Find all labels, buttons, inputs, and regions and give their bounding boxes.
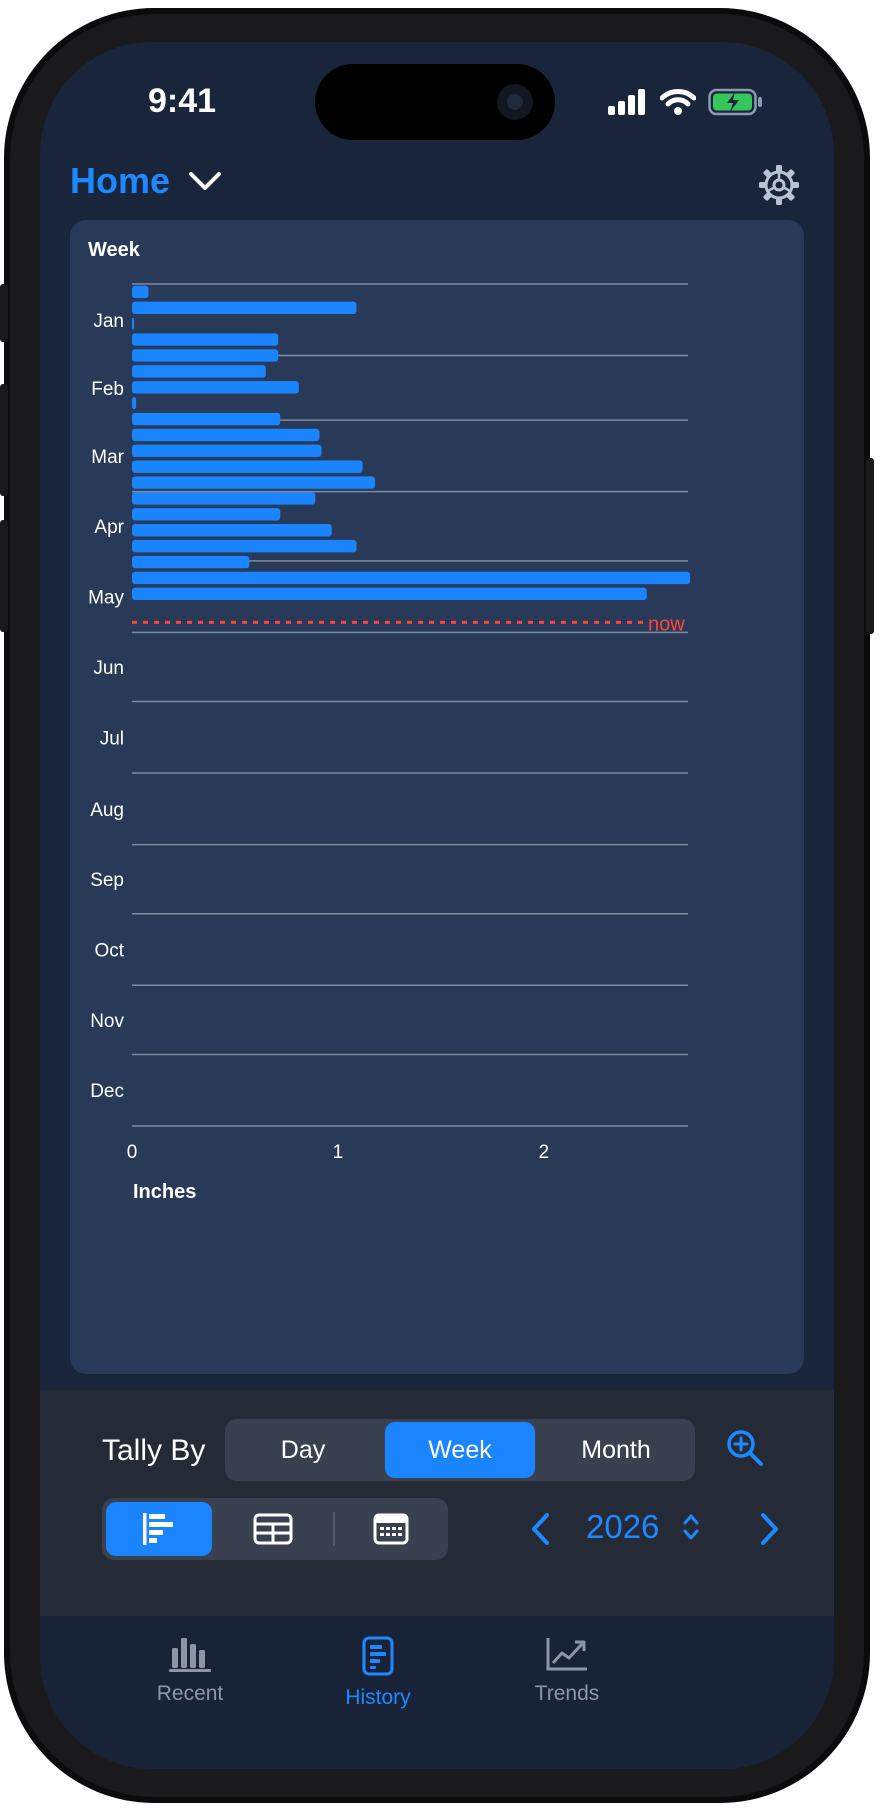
week-bar (132, 460, 363, 473)
status-icons (608, 88, 764, 116)
bar-chart-list-icon (143, 1513, 173, 1545)
history-list-icon (362, 1636, 394, 1676)
month-label: May (88, 588, 124, 609)
month-label: Nov (90, 1011, 124, 1032)
week-bar (132, 285, 149, 299)
side-button-power (866, 458, 874, 634)
month-label: Jul (100, 728, 124, 749)
location-title: Home (70, 160, 171, 201)
side-button-volume-down (0, 520, 8, 632)
week-bar (132, 317, 135, 330)
week-bar (132, 412, 281, 426)
tab-recent[interactable]: Recent (110, 1636, 270, 1706)
side-button-volume-up (0, 384, 8, 496)
week-bar (132, 555, 250, 569)
trend-chart-icon (546, 1638, 587, 1671)
x-tick-label: 2 (539, 1142, 550, 1163)
month-label: Apr (94, 517, 124, 538)
week-bar (132, 476, 375, 489)
x-tick-label: 1 (333, 1142, 344, 1163)
week-bar (132, 571, 691, 585)
chevron-left-icon[interactable] (530, 1512, 552, 1546)
month-label: Mar (91, 447, 124, 468)
chevron-right-icon[interactable] (758, 1512, 780, 1546)
week-bar (132, 301, 357, 315)
week-bar (132, 333, 279, 346)
week-bar (132, 492, 316, 505)
view-chart-button[interactable] (106, 1502, 212, 1556)
x-axis-label: Inches (133, 1181, 196, 1203)
tally-option-week[interactable]: Week (385, 1422, 535, 1478)
chart-title: Week (88, 239, 141, 261)
view-mode-control (102, 1498, 448, 1560)
week-bar (132, 508, 281, 521)
month-label: Jan (93, 311, 124, 332)
table-icon (253, 1513, 293, 1545)
gear-icon[interactable] (758, 164, 800, 206)
week-bar (132, 396, 137, 410)
tab-trends[interactable]: Trends (487, 1636, 647, 1706)
bar-chart-icon (169, 1638, 211, 1672)
tab-history[interactable]: History (298, 1636, 458, 1710)
zoom-in-icon[interactable] (725, 1428, 765, 1468)
week-bar (132, 349, 279, 362)
tally-option-month[interactable]: Month (541, 1422, 691, 1478)
chevron-down-icon (189, 172, 222, 190)
battery-charging-icon (708, 88, 762, 116)
year-navigator: 2026 (530, 1506, 780, 1554)
dynamic-island (315, 64, 555, 140)
month-label: Sep (90, 870, 124, 891)
week-bar (132, 444, 322, 458)
screen: 9:41 Home Week Jan Feb Mar Apr May Jun J… (40, 42, 834, 1769)
view-table-button[interactable] (220, 1502, 326, 1556)
wifi-icon (660, 89, 696, 115)
cellular-signal-icon (608, 89, 645, 115)
tally-by-label: Tally By (102, 1434, 206, 1467)
month-label: Oct (94, 941, 124, 962)
week-bar (132, 381, 299, 394)
month-label: Feb (91, 379, 124, 400)
week-bar (132, 539, 357, 553)
chevron-up-down-icon[interactable] (682, 1512, 700, 1542)
tab-label-trends: Trends (534, 1682, 600, 1705)
year-picker[interactable]: 2026 (586, 1508, 659, 1546)
week-bar (132, 365, 266, 378)
tab-bar: Recent History Trends (40, 1616, 834, 1769)
month-label: Dec (90, 1081, 124, 1102)
chart-card: Week Jan Feb Mar Apr May Jun Jul Aug Sep Oct Nov De… (70, 220, 804, 1374)
calendar-icon (373, 1513, 409, 1545)
week-chart: Week Jan Feb Mar Apr May Jun Jul Aug Sep Oct Nov De… (88, 239, 691, 1203)
now-label: now (648, 613, 685, 635)
month-label: Jun (93, 658, 124, 679)
week-bar (132, 428, 320, 442)
status-time: 9:41 (148, 82, 217, 120)
tab-label-history: History (345, 1686, 411, 1709)
tally-segmented-control: Day Week Month (225, 1419, 695, 1481)
x-tick-label: 0 (127, 1142, 138, 1163)
tally-option-day[interactable]: Day (228, 1422, 378, 1478)
view-divider (333, 1512, 335, 1546)
week-bar (132, 587, 647, 600)
week-bar (132, 524, 332, 537)
side-button-action (0, 284, 8, 342)
month-label: Aug (90, 800, 124, 821)
camera-icon (497, 84, 533, 120)
tab-label-recent: Recent (156, 1682, 224, 1705)
view-calendar-button[interactable] (338, 1502, 444, 1556)
location-selector[interactable]: Home (70, 160, 222, 202)
